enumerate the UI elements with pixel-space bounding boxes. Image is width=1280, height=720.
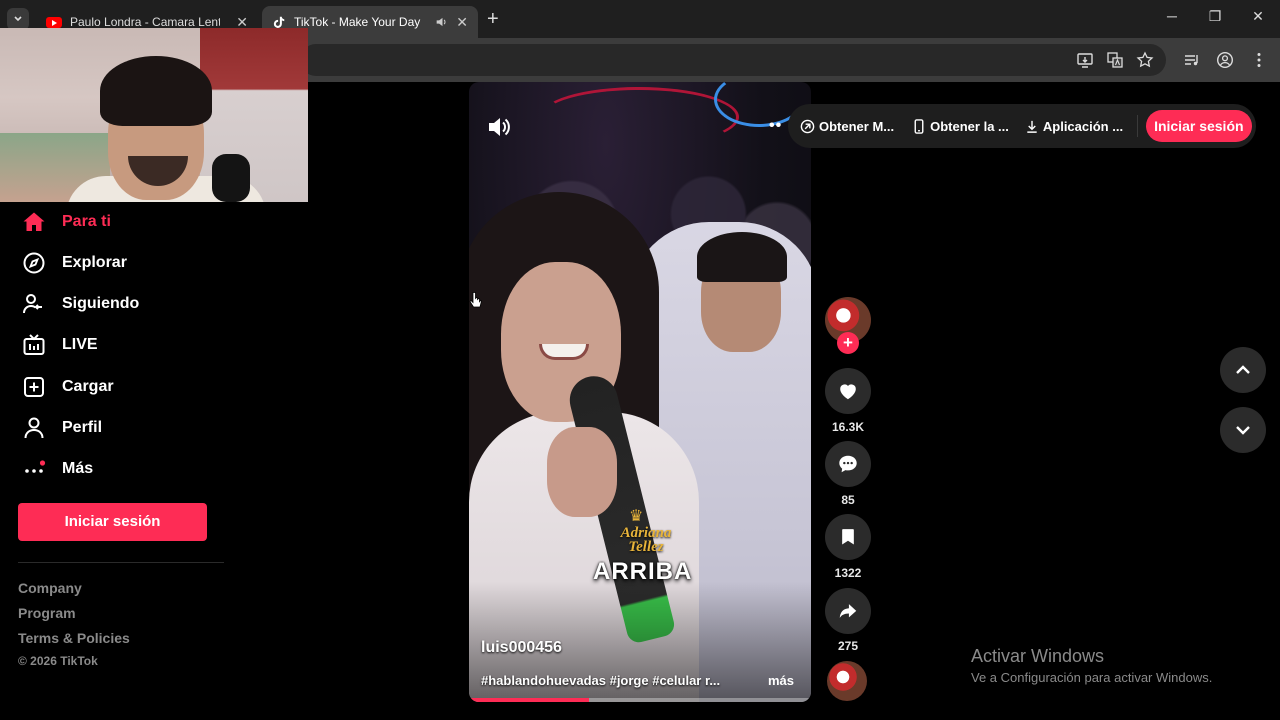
- sidebar-item-label: Perfil: [62, 419, 103, 436]
- sidebar-item-explorar[interactable]: Explorar: [22, 249, 127, 277]
- share-button[interactable]: [825, 588, 871, 634]
- compass-icon: [23, 252, 45, 274]
- address-bar[interactable]: [300, 44, 1166, 76]
- sidebar-item-perfil[interactable]: Perfil: [22, 414, 102, 442]
- home-icon: [23, 212, 45, 231]
- coin-icon: [800, 119, 815, 133]
- new-tab-button[interactable]: +: [487, 8, 499, 30]
- restore-button[interactable]: ❐: [1205, 8, 1225, 25]
- profile-icon[interactable]: [1215, 50, 1235, 70]
- tab-title: TikTok - Make Your Day: [294, 15, 421, 29]
- minimize-button[interactable]: ─: [1162, 8, 1182, 24]
- close-tab-icon[interactable]: ✕: [456, 14, 468, 31]
- video-stage-light-red: [539, 87, 739, 147]
- comment-icon: [839, 455, 857, 473]
- app-download-button[interactable]: Aplicación ...: [1025, 119, 1123, 134]
- tiktok-sidebar: Para ti Explorar Siguiendo LIVE Cargar P…: [0, 202, 240, 720]
- follow-button[interactable]: +: [837, 332, 859, 354]
- sidebar-item-live[interactable]: LIVE: [22, 331, 98, 359]
- windows-activation-subtitle: Ve a Configuración para activar Windows.: [971, 670, 1213, 685]
- heart-icon: [840, 384, 856, 400]
- video-girl-hand: [547, 427, 617, 517]
- bookmark-icon: [842, 529, 854, 545]
- download-icon: [1027, 120, 1037, 133]
- phone-icon: [914, 118, 924, 134]
- pill-divider: [1137, 115, 1139, 137]
- live-icon: [23, 334, 45, 355]
- video-description[interactable]: #hablandohuevadas #jorge #celular r...: [481, 673, 720, 688]
- sidebar-item-label: Siguiendo: [62, 295, 140, 312]
- sound-disc-avatar[interactable]: [827, 661, 867, 701]
- sidebar-item-label: LIVE: [62, 336, 98, 353]
- share-count: 275: [837, 639, 859, 653]
- crown-icon: ♛: [629, 508, 644, 525]
- comment-count: 85: [841, 493, 855, 507]
- share-icon: [839, 604, 857, 618]
- sidebar-item-mas[interactable]: Más: [22, 455, 93, 483]
- sidebar-item-label: Cargar: [62, 378, 114, 395]
- browser-menu-icon[interactable]: [1249, 50, 1269, 70]
- sidebar-item-cargar[interactable]: Cargar: [22, 373, 114, 401]
- like-button[interactable]: [825, 368, 871, 414]
- top-actions-bar: Obtener M... Obtener la ... Aplicación .…: [788, 104, 1256, 148]
- sidebar-login-button[interactable]: Iniciar sesión: [18, 503, 207, 541]
- previous-video-button[interactable]: [1220, 347, 1266, 393]
- close-window-button[interactable]: ✕: [1248, 8, 1268, 25]
- pill-label: Obtener la ...: [930, 118, 1009, 134]
- bookmark-star-icon[interactable]: [1135, 50, 1155, 70]
- pill-label: Obtener M...: [819, 118, 895, 134]
- volume-icon[interactable]: [486, 114, 512, 140]
- video-player[interactable]: ♛ Adriana Tellez ARRIBA •• luis000456 #h…: [469, 82, 811, 702]
- save-button[interactable]: [825, 514, 871, 560]
- webcam-person-hair: [100, 56, 212, 126]
- chevron-down-icon: [1236, 426, 1250, 435]
- get-coins-button[interactable]: Obtener M...: [800, 119, 894, 134]
- chevron-up-icon: [1236, 365, 1250, 374]
- video-options-icon[interactable]: ••: [769, 117, 782, 135]
- footer-link-terms[interactable]: Terms & Policies: [18, 630, 130, 646]
- video-progress-bar[interactable]: [469, 698, 811, 702]
- video-watermark-brand: Adriana Tellez: [620, 525, 672, 555]
- tab-search-button[interactable]: [7, 8, 29, 30]
- top-login-button[interactable]: Iniciar sesión: [1146, 110, 1252, 142]
- footer-link-company[interactable]: Company: [18, 580, 82, 596]
- webcam-microphone: [212, 154, 250, 202]
- sidebar-divider: [18, 562, 224, 563]
- save-count: 1322: [834, 566, 862, 580]
- chevron-down-icon: [14, 16, 22, 22]
- sidebar-item-para-ti[interactable]: Para ti: [22, 208, 111, 236]
- windows-activation-title: Activar Windows: [971, 646, 1105, 666]
- sidebar-item-label: Más: [62, 460, 94, 477]
- sidebar-item-label: Explorar: [62, 254, 127, 271]
- youtube-icon: [46, 16, 62, 28]
- video-progress-fill: [469, 698, 589, 702]
- webcam-overlay: [0, 28, 308, 202]
- following-icon: [23, 294, 42, 314]
- profile-icon: [24, 417, 44, 439]
- sidebar-item-siguiendo[interactable]: Siguiendo: [22, 290, 139, 318]
- like-count: 16.3K: [831, 420, 865, 434]
- translate-icon[interactable]: [1105, 50, 1125, 70]
- get-app-button[interactable]: Obtener la ...: [912, 119, 1009, 134]
- upload-icon: [24, 377, 44, 397]
- media-control-icon[interactable]: [1182, 50, 1202, 70]
- video-more-link[interactable]: más: [768, 673, 794, 688]
- copyright-text: © 2026 TikTok: [18, 654, 98, 668]
- mouse-pointer-icon: [469, 292, 482, 308]
- video-author[interactable]: luis000456: [481, 639, 562, 657]
- pill-label: Aplicación ...: [1042, 118, 1124, 134]
- tab-title: Paulo Londra - Camara Lenta (C: [70, 15, 220, 29]
- next-video-button[interactable]: [1220, 407, 1266, 453]
- sidebar-item-label: Para ti: [62, 213, 111, 230]
- install-app-icon[interactable]: [1075, 50, 1095, 70]
- footer-link-program[interactable]: Program: [18, 605, 76, 621]
- comment-button[interactable]: [825, 441, 871, 487]
- tiktok-icon: [273, 16, 285, 28]
- more-icon: [25, 460, 46, 473]
- video-person-hair: [697, 232, 787, 282]
- speaker-icon[interactable]: [435, 15, 448, 29]
